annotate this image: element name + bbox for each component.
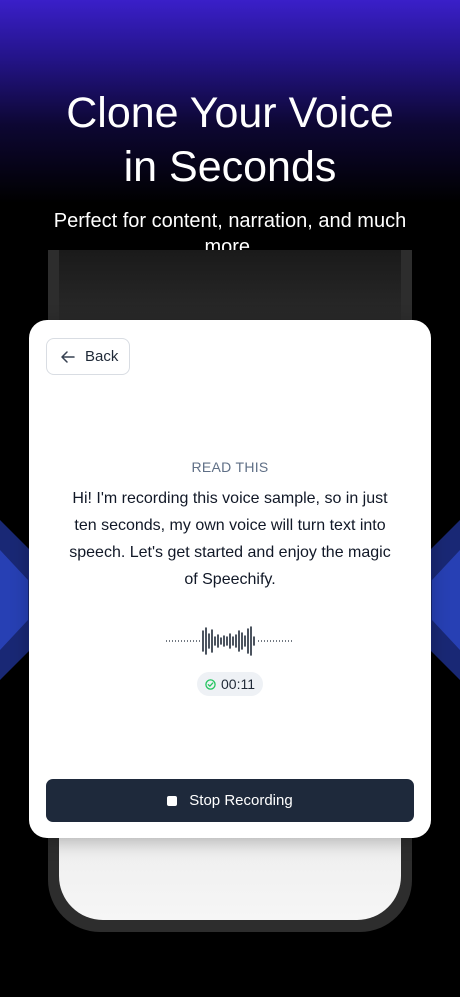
stop-recording-button[interactable]: Stop Recording <box>46 779 414 822</box>
hero-title-line-2: in Seconds <box>123 143 337 191</box>
timer-value: 00:11 <box>221 676 255 692</box>
back-button[interactable]: Back <box>46 338 130 375</box>
stop-recording-label: Stop Recording <box>189 792 293 809</box>
section-label: READ THIS <box>191 459 269 475</box>
hero-title-line-1: Clone Your Voice <box>66 89 394 137</box>
arrow-left-icon <box>61 350 75 363</box>
back-button-label: Back <box>85 348 119 365</box>
timer-badge: 00:11 <box>197 672 263 696</box>
prompt-text: Hi! I'm recording this voice sample, so … <box>69 490 391 588</box>
waveform-icon <box>166 626 292 656</box>
hero-title: Clone Your Voice in Seconds <box>0 86 460 194</box>
stop-square-icon <box>167 795 178 806</box>
recording-card: Back READ THIS Hi! I'm recording this vo… <box>29 320 431 838</box>
check-circle-icon <box>205 678 216 690</box>
